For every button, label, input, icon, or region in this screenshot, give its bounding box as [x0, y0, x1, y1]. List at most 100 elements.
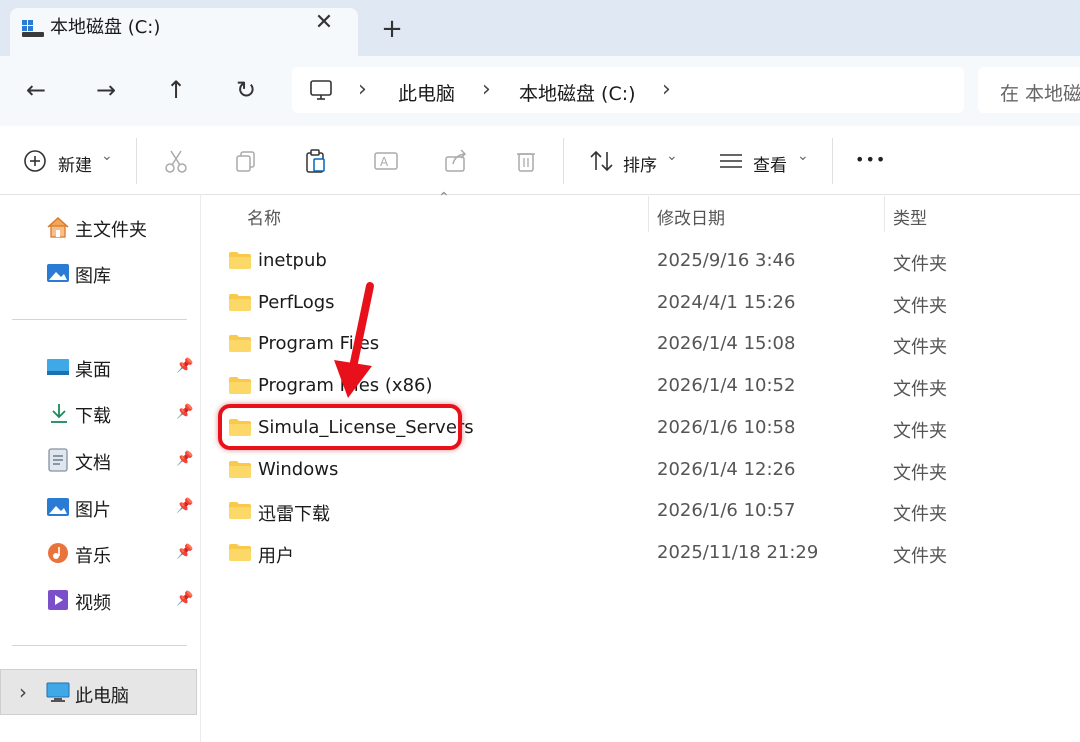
file-date: 2026/1/4 10:52	[657, 375, 796, 396]
drive-icon	[22, 20, 44, 37]
folder-icon	[229, 461, 251, 478]
file-date: 2026/1/4 12:26	[657, 459, 796, 480]
sidebar-item-videos[interactable]: 视频	[75, 589, 111, 615]
file-type: 文件夹	[893, 463, 947, 484]
file-name: inetpub	[258, 250, 327, 271]
chevron-down-icon: ⌄	[797, 148, 809, 164]
file-date: 2026/1/6 10:58	[657, 417, 796, 438]
sidebar-item-desktop[interactable]: 桌面	[75, 356, 111, 382]
file-type: 文件夹	[893, 337, 947, 358]
folder-icon	[229, 377, 251, 394]
sidebar-item-downloads[interactable]: 下载	[75, 402, 111, 428]
delete-icon[interactable]	[511, 146, 541, 176]
folder-icon	[229, 502, 251, 519]
breadcrumb-local-disk[interactable]: 本地磁盘 (C:)	[519, 79, 636, 106]
desktop-icon	[47, 359, 69, 375]
folder-icon	[229, 294, 251, 311]
copy-icon[interactable]	[231, 146, 261, 176]
sidebar-divider	[12, 645, 187, 646]
breadcrumb-separator[interactable]: ›	[662, 77, 671, 102]
new-icon[interactable]	[20, 146, 50, 176]
pin-icon[interactable]: 📌	[176, 544, 193, 560]
sort-button[interactable]: 排序	[623, 151, 657, 176]
file-type: 文件夹	[893, 254, 947, 275]
sidebar-item-music[interactable]: 音乐	[75, 542, 111, 568]
documents-icon	[48, 448, 68, 472]
file-row[interactable]	[212, 534, 1080, 572]
music-icon	[48, 543, 68, 563]
column-divider[interactable]	[648, 196, 649, 232]
chevron-down-icon: ⌄	[666, 148, 678, 164]
file-row[interactable]	[212, 242, 1080, 280]
pin-icon[interactable]: 📌	[176, 591, 193, 607]
close-tab-button[interactable]: ✕	[308, 8, 340, 38]
red-arrow-icon	[334, 282, 374, 398]
sort-arrow-icon: ⌃	[438, 190, 450, 206]
new-tab-button[interactable]: +	[376, 14, 408, 46]
column-header-type[interactable]: 类型	[893, 204, 927, 229]
file-date: 2024/4/1 15:26	[657, 292, 796, 313]
forward-button[interactable]: →	[84, 68, 128, 112]
rename-icon[interactable]: A	[371, 146, 401, 176]
pin-icon[interactable]: 📌	[176, 451, 193, 467]
cut-icon[interactable]	[161, 146, 191, 176]
pin-icon[interactable]: 📌	[176, 498, 193, 514]
folder-icon	[229, 252, 251, 269]
sidebar-item-documents[interactable]: 文档	[75, 449, 111, 475]
toolbar-divider	[136, 138, 137, 184]
file-type: 文件夹	[893, 296, 947, 317]
file-date: 2025/11/18 21:29	[657, 542, 819, 563]
toolbar-divider	[563, 138, 564, 184]
chevron-down-icon: ⌄	[101, 148, 113, 164]
file-date: 2026/1/6 10:57	[657, 500, 796, 521]
folder-icon	[229, 335, 251, 352]
breadcrumb-this-pc[interactable]: 此电脑	[398, 79, 455, 106]
sort-icon[interactable]	[587, 146, 617, 176]
sidebar-divider	[12, 319, 187, 320]
pin-icon[interactable]: 📌	[176, 404, 193, 420]
download-icon	[51, 404, 67, 423]
file-date: 2025/9/16 3:46	[657, 250, 796, 271]
view-icon[interactable]	[716, 146, 746, 176]
file-type: 文件夹	[893, 421, 947, 442]
sidebar-border	[200, 194, 201, 742]
pictures-icon	[47, 498, 69, 516]
sidebar-item-gallery[interactable]: 图库	[75, 262, 111, 288]
highlight-box	[218, 404, 462, 450]
breadcrumb-separator[interactable]: ›	[482, 77, 491, 102]
file-name: Windows	[258, 459, 339, 480]
file-date: 2026/1/4 15:08	[657, 333, 796, 354]
column-divider[interactable]	[884, 196, 885, 232]
home-icon	[47, 216, 69, 238]
file-row[interactable]	[212, 451, 1080, 489]
file-type: 文件夹	[893, 379, 947, 400]
view-button[interactable]: 查看	[753, 151, 787, 176]
column-header-name[interactable]: 名称	[247, 204, 281, 229]
more-options-button[interactable]: •••	[855, 150, 886, 169]
folder-icon	[229, 544, 251, 561]
column-header-date[interactable]: 修改日期	[657, 204, 725, 229]
toolbar-divider	[832, 138, 833, 184]
paste-icon[interactable]	[301, 146, 331, 176]
pin-icon[interactable]: 📌	[176, 358, 193, 374]
file-row[interactable]	[212, 492, 1080, 530]
sidebar-item-pictures[interactable]: 图片	[75, 496, 111, 522]
sidebar-item-home[interactable]: 主文件夹	[75, 216, 147, 242]
refresh-button[interactable]: ↻	[224, 68, 268, 112]
new-button[interactable]: 新建	[58, 151, 92, 176]
this-pc-label: 此电脑	[75, 686, 129, 707]
file-type: 文件夹	[893, 546, 947, 567]
file-type: 文件夹	[893, 504, 947, 525]
gallery-icon	[47, 264, 69, 282]
share-icon[interactable]	[441, 146, 471, 176]
back-button[interactable]: ←	[14, 68, 58, 112]
breadcrumb-separator[interactable]: ›	[358, 77, 367, 102]
search-placeholder: 在 本地磁	[1000, 83, 1080, 105]
monitor-icon	[310, 80, 332, 100]
expand-chevron-icon[interactable]: ›	[19, 680, 27, 704]
up-button[interactable]: ↑	[154, 68, 198, 112]
file-name: 用户	[258, 546, 294, 567]
svg-text:A: A	[380, 155, 389, 169]
this-pc-icon	[46, 682, 70, 702]
videos-icon	[48, 590, 68, 610]
